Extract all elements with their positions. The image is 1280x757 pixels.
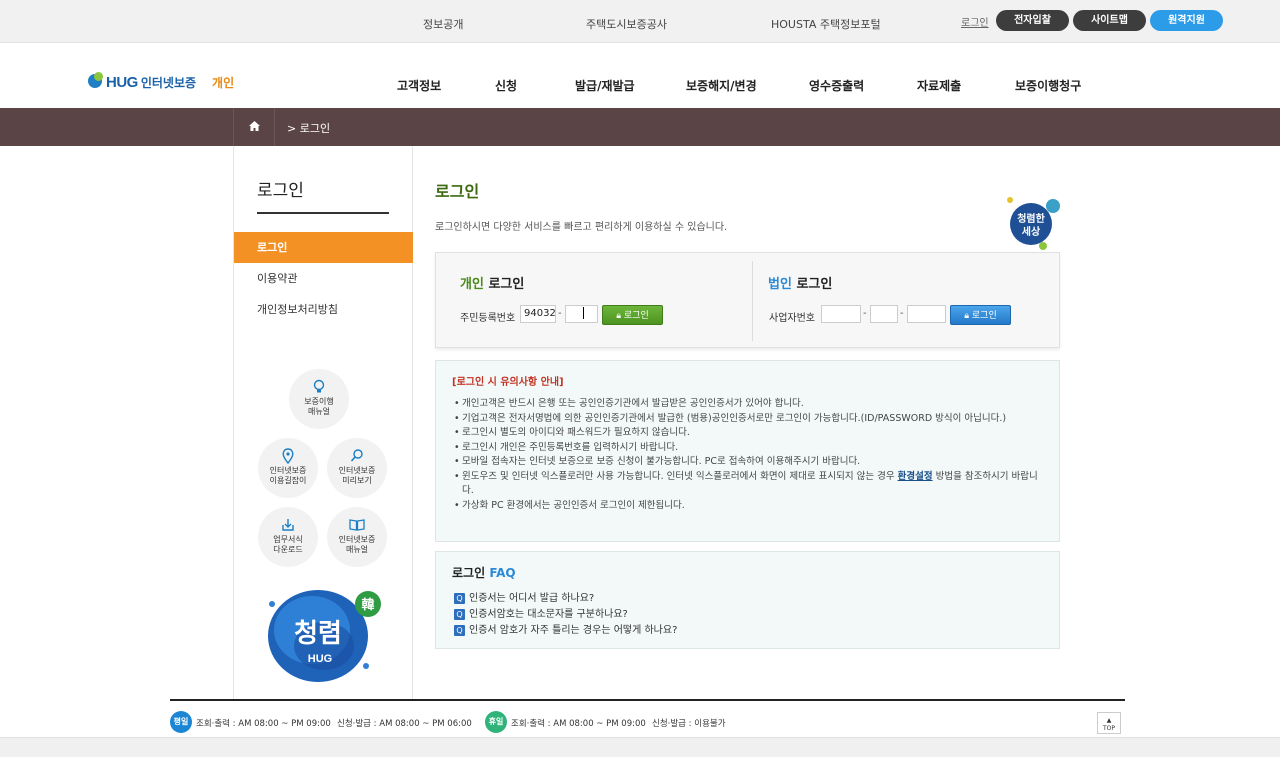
personal-login-title: 개인 로그인 (460, 277, 525, 292)
seal-line2: 세상 (1022, 225, 1041, 238)
holiday-view-hours: 조회·출력 : AM 08:00 ~ PM 09:00 (511, 719, 646, 729)
notice-item: 기업고객은 전자서명법에 의한 공인인증기관에서 발급한 (범용)공인인증서로만… (454, 412, 1046, 427)
sidebar: 로그인 로그인 이용약관 개인정보처리방침 보증이행 매뉴얼 인터넷보증 이용길… (233, 146, 413, 699)
gnb-claim[interactable]: 보증이행청구 (1015, 77, 1081, 94)
notice-list: 개인고객은 반드시 은행 또는 공인인증기관에서 발급받은 공인인증서가 있어야… (454, 397, 1046, 513)
weekday-apply-hours: 신청·발급 : AM 08:00 ~ PM 06:00 (337, 719, 472, 729)
location-pin-icon (258, 448, 318, 465)
notice-item: 로그인시 별도의 아이디와 패스워드가 필요하지 않습니다. (454, 426, 1046, 441)
bottom-bar (0, 737, 1280, 757)
gnb-receipt[interactable]: 영수증출력 (809, 77, 864, 94)
weekday-view-hours: 조회·출력 : AM 08:00 ~ PM 09:00 (196, 719, 331, 729)
notice-item: 개인고객은 반드시 은행 또는 공인인증기관에서 발급받은 공인인증서가 있어야… (454, 397, 1046, 412)
holiday-badge: 휴일 (485, 711, 507, 733)
section-label: 개인 (212, 75, 235, 90)
badge-main: 청렴 (294, 619, 342, 649)
gnb-apply[interactable]: 신청 (495, 77, 517, 94)
business-number-label: 사업자번호 (769, 313, 815, 324)
login-divider (752, 261, 753, 341)
integrity-hug-badge: 韓 청렴 HUG (264, 586, 382, 686)
page-title: 로그인 (435, 182, 480, 201)
sidebar-item-privacy[interactable]: 개인정보처리방침 (234, 294, 413, 325)
logo[interactable]: HUG 인터넷보증 개인 (88, 70, 234, 94)
seal-line1: 청렴한 (1017, 212, 1045, 225)
q-badge-icon: Q (454, 593, 465, 604)
breadcrumb-home[interactable] (233, 108, 275, 146)
notice-item: 가상화 PC 환경에서는 공인인증서 로그인이 제한됩니다. (454, 499, 1046, 514)
badge-stamp: 韓 (361, 597, 374, 613)
resident-number-label: 주민등록번호 (460, 313, 516, 324)
integrity-seal: 청렴한 세상 (1005, 194, 1065, 254)
breadcrumb-current: > 로그인 (287, 122, 331, 135)
quick-guarantee-manual[interactable]: 보증이행 매뉴얼 (289, 369, 349, 429)
scroll-top-button[interactable]: ▲ TOP (1097, 712, 1121, 734)
magnifier-icon (327, 448, 387, 464)
link-info-disclosure[interactable]: 정보공개 (423, 16, 463, 32)
corporate-login-title: 법인 로그인 (768, 277, 833, 292)
download-icon (258, 517, 318, 533)
business-number-2-input[interactable] (870, 305, 898, 323)
e-bidding-button[interactable]: 전자입찰 (996, 10, 1069, 31)
q-badge-icon: Q (454, 609, 465, 620)
corporate-login-button[interactable]: 🔒︎ 로그인 (950, 305, 1011, 325)
resident-number-front-input[interactable]: 94032 (520, 305, 556, 323)
logo-brand: HUG (106, 73, 138, 91)
gnb-submit-docs[interactable]: 자료제출 (917, 77, 961, 94)
faq-title: 로그인 FAQ (452, 566, 516, 580)
faq-item[interactable]: Q 인증서는 어디서 발급 하나요? (454, 589, 594, 604)
breadcrumb: > 로그인 (0, 108, 1280, 146)
gnb-customer-info[interactable]: 고객정보 (397, 77, 441, 94)
notice-item: 모바일 접속자는 인터넷 보증으로 보증 신청이 불가능합니다. PC로 접속하… (454, 455, 1046, 470)
lock-icon: 🔒︎ (616, 311, 622, 321)
lock-icon: 🔒︎ (964, 311, 970, 321)
quick-form-download[interactable]: 업무서식 다운로드 (258, 507, 318, 567)
link-housta[interactable]: HOUSTA 주택정보포털 (771, 16, 881, 32)
link-hug-corp[interactable]: 주택도시보증공사 (586, 16, 667, 32)
business-number-3-input[interactable] (907, 305, 946, 323)
quick-internet-manual[interactable]: 인터넷보증 매뉴얼 (327, 507, 387, 567)
notice-item-browser: 윈도우즈 및 인터넷 익스플로러만 사용 가능합니다. 인터넷 익스플로러에서 … (454, 470, 1046, 499)
environment-settings-link[interactable]: 환경설정 (898, 471, 933, 482)
quick-preview[interactable]: 인터넷보증 미리보기 (327, 438, 387, 498)
header: HUG 인터넷보증 개인 고객정보 신청 발급/재발급 보증해지/변경 영수증출… (0, 43, 1280, 108)
service-hours: 평일 조회·출력 : AM 08:00 ~ PM 09:00 신청·발급 : A… (0, 701, 1280, 737)
q-badge-icon: Q (454, 625, 465, 636)
chevron-up-icon: ▲ (1106, 717, 1112, 724)
badge-sub: HUG (308, 653, 332, 665)
sidebar-item-terms[interactable]: 이용약관 (234, 263, 413, 294)
lightbulb-icon (289, 379, 349, 395)
faq-item[interactable]: Q 인증서암호는 대소문자를 구분하나요? (454, 605, 628, 620)
hug-logo-icon (88, 72, 104, 90)
faq-item[interactable]: Q 인증서 암호가 자주 틀리는 경우는 어떻게 하나요? (454, 621, 677, 636)
sidebar-title: 로그인 (257, 181, 304, 201)
business-number-dash-2: - (900, 308, 904, 319)
personal-login-button[interactable]: 🔒︎ 로그인 (602, 305, 663, 325)
page-description: 로그인하시면 다양한 서비스를 빠르고 편리하게 이용하실 수 있습니다. (435, 222, 728, 233)
logo-sub: 인터넷보증 (140, 75, 197, 90)
sidebar-item-login[interactable]: 로그인 (234, 232, 413, 263)
book-icon (327, 517, 387, 533)
business-number-dash-1: - (863, 308, 867, 319)
quick-usage-guide[interactable]: 인터넷보증 이용길잡이 (258, 438, 318, 498)
notice-item: 로그인시 개인은 주민등록번호를 입력하시기 바랍니다. (454, 441, 1046, 456)
remote-support-button[interactable]: 원격지원 (1150, 10, 1223, 31)
notice-title: [로그인 시 유의사항 안내] (452, 377, 564, 388)
gnb-issue[interactable]: 발급/재발급 (575, 77, 635, 94)
top-login-link[interactable]: 로그인 (961, 14, 989, 29)
business-number-1-input[interactable] (821, 305, 861, 323)
resident-number-dash: - (558, 308, 562, 319)
login-notice: [로그인 시 유의사항 안내] 개인고객은 반드시 은행 또는 공인인증기관에서… (435, 360, 1060, 542)
sitemap-button[interactable]: 사이트맵 (1073, 10, 1146, 31)
gnb-cancel-change[interactable]: 보증해지/변경 (686, 77, 757, 94)
login-faq: 로그인 FAQ Q 인증서는 어디서 발급 하나요? Q 인증서암호는 대소문자를 … (435, 551, 1060, 649)
home-icon (249, 121, 260, 131)
main-content: 로그인 로그인하시면 다양한 서비스를 빠르고 편리하게 이용하실 수 있습니다… (413, 146, 1073, 699)
sidebar-title-underline (257, 212, 389, 214)
weekday-badge: 평일 (170, 711, 192, 733)
utility-bar: 정보공개 주택도시보증공사 HOUSTA 주택정보포털 로그인 전자입찰 사이트… (0, 0, 1280, 43)
resident-number-back-input[interactable] (565, 305, 598, 323)
holiday-apply-hours: 신청·발급 : 이용불가 (652, 719, 726, 729)
login-box: 개인 로그인 주민등록번호 94032 - 🔒︎ 로그인 법인 로그인 사업자번… (435, 252, 1060, 348)
